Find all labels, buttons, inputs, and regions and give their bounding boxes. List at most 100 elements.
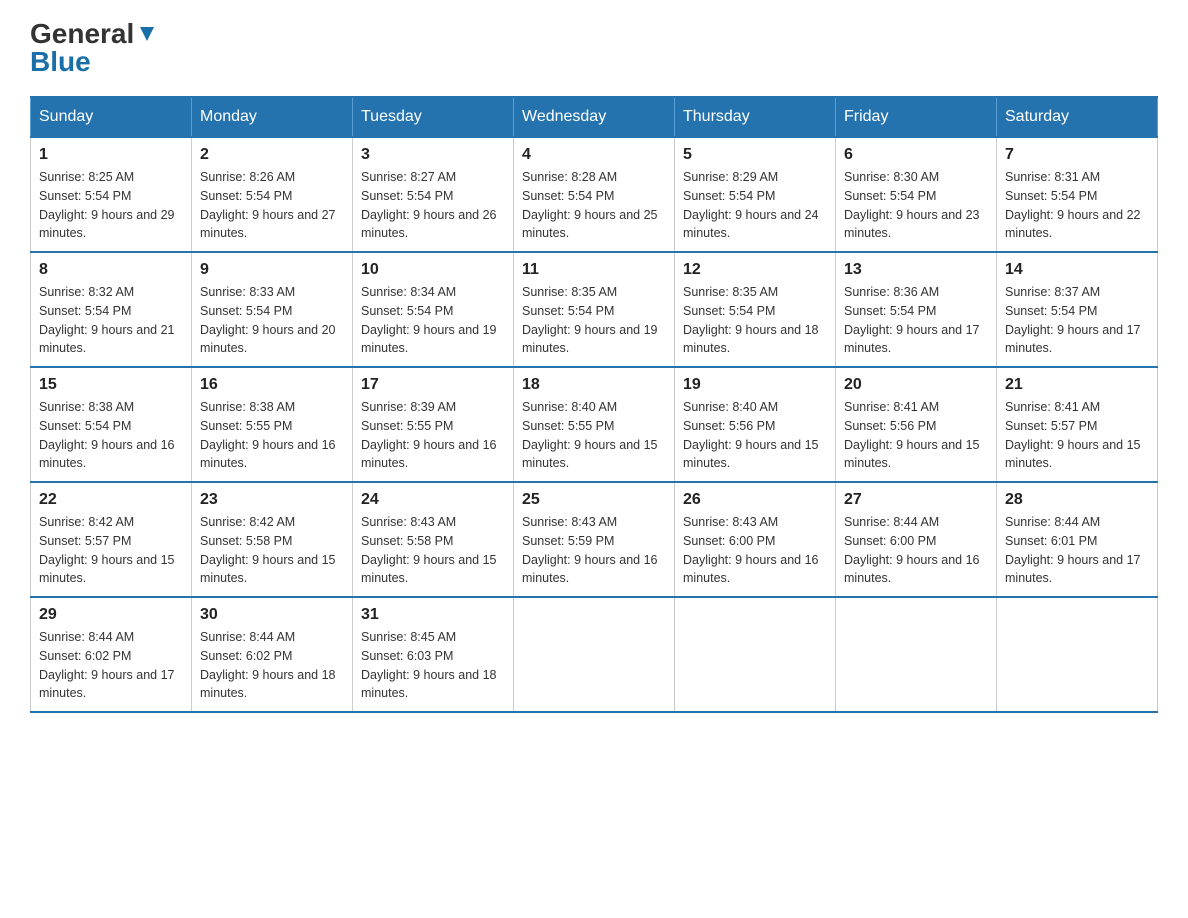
calendar-day-cell: 30 Sunrise: 8:44 AM Sunset: 6:02 PM Dayl…	[192, 597, 353, 712]
day-info: Sunrise: 8:35 AM Sunset: 5:54 PM Dayligh…	[683, 283, 827, 358]
calendar-day-cell: 4 Sunrise: 8:28 AM Sunset: 5:54 PM Dayli…	[514, 137, 675, 252]
weekday-header-tuesday: Tuesday	[353, 97, 514, 137]
day-info: Sunrise: 8:35 AM Sunset: 5:54 PM Dayligh…	[522, 283, 666, 358]
day-info: Sunrise: 8:37 AM Sunset: 5:54 PM Dayligh…	[1005, 283, 1149, 358]
calendar-day-cell: 13 Sunrise: 8:36 AM Sunset: 5:54 PM Dayl…	[836, 252, 997, 367]
day-number: 30	[200, 606, 344, 624]
calendar-day-cell	[836, 597, 997, 712]
calendar-day-cell: 24 Sunrise: 8:43 AM Sunset: 5:58 PM Dayl…	[353, 482, 514, 597]
calendar-day-cell: 18 Sunrise: 8:40 AM Sunset: 5:55 PM Dayl…	[514, 367, 675, 482]
day-number: 2	[200, 146, 344, 164]
day-info: Sunrise: 8:29 AM Sunset: 5:54 PM Dayligh…	[683, 168, 827, 243]
day-number: 20	[844, 376, 988, 394]
weekday-header-monday: Monday	[192, 97, 353, 137]
calendar-day-cell: 9 Sunrise: 8:33 AM Sunset: 5:54 PM Dayli…	[192, 252, 353, 367]
calendar-day-cell: 6 Sunrise: 8:30 AM Sunset: 5:54 PM Dayli…	[836, 137, 997, 252]
day-number: 28	[1005, 491, 1149, 509]
day-number: 13	[844, 261, 988, 279]
calendar-day-cell: 7 Sunrise: 8:31 AM Sunset: 5:54 PM Dayli…	[997, 137, 1158, 252]
calendar-day-cell	[675, 597, 836, 712]
day-number: 3	[361, 146, 505, 164]
calendar-day-cell: 2 Sunrise: 8:26 AM Sunset: 5:54 PM Dayli…	[192, 137, 353, 252]
calendar-day-cell: 11 Sunrise: 8:35 AM Sunset: 5:54 PM Dayl…	[514, 252, 675, 367]
day-info: Sunrise: 8:43 AM Sunset: 5:59 PM Dayligh…	[522, 513, 666, 588]
calendar-day-cell: 16 Sunrise: 8:38 AM Sunset: 5:55 PM Dayl…	[192, 367, 353, 482]
day-info: Sunrise: 8:25 AM Sunset: 5:54 PM Dayligh…	[39, 168, 183, 243]
calendar-day-cell: 10 Sunrise: 8:34 AM Sunset: 5:54 PM Dayl…	[353, 252, 514, 367]
day-number: 27	[844, 491, 988, 509]
day-number: 9	[200, 261, 344, 279]
day-info: Sunrise: 8:43 AM Sunset: 5:58 PM Dayligh…	[361, 513, 505, 588]
day-number: 11	[522, 261, 666, 279]
day-info: Sunrise: 8:33 AM Sunset: 5:54 PM Dayligh…	[200, 283, 344, 358]
calendar-day-cell: 28 Sunrise: 8:44 AM Sunset: 6:01 PM Dayl…	[997, 482, 1158, 597]
day-number: 14	[1005, 261, 1149, 279]
day-info: Sunrise: 8:26 AM Sunset: 5:54 PM Dayligh…	[200, 168, 344, 243]
calendar-day-cell: 17 Sunrise: 8:39 AM Sunset: 5:55 PM Dayl…	[353, 367, 514, 482]
calendar-day-cell: 15 Sunrise: 8:38 AM Sunset: 5:54 PM Dayl…	[31, 367, 192, 482]
calendar-day-cell: 22 Sunrise: 8:42 AM Sunset: 5:57 PM Dayl…	[31, 482, 192, 597]
day-info: Sunrise: 8:31 AM Sunset: 5:54 PM Dayligh…	[1005, 168, 1149, 243]
calendar-day-cell: 3 Sunrise: 8:27 AM Sunset: 5:54 PM Dayli…	[353, 137, 514, 252]
day-number: 16	[200, 376, 344, 394]
day-info: Sunrise: 8:42 AM Sunset: 5:57 PM Dayligh…	[39, 513, 183, 588]
calendar-day-cell: 23 Sunrise: 8:42 AM Sunset: 5:58 PM Dayl…	[192, 482, 353, 597]
day-number: 15	[39, 376, 183, 394]
calendar-day-cell: 14 Sunrise: 8:37 AM Sunset: 5:54 PM Dayl…	[997, 252, 1158, 367]
day-number: 1	[39, 146, 183, 164]
day-number: 25	[522, 491, 666, 509]
calendar-week-row: 15 Sunrise: 8:38 AM Sunset: 5:54 PM Dayl…	[31, 367, 1158, 482]
calendar-day-cell: 26 Sunrise: 8:43 AM Sunset: 6:00 PM Dayl…	[675, 482, 836, 597]
day-info: Sunrise: 8:44 AM Sunset: 6:01 PM Dayligh…	[1005, 513, 1149, 588]
day-info: Sunrise: 8:34 AM Sunset: 5:54 PM Dayligh…	[361, 283, 505, 358]
day-number: 12	[683, 261, 827, 279]
weekday-header-wednesday: Wednesday	[514, 97, 675, 137]
day-info: Sunrise: 8:28 AM Sunset: 5:54 PM Dayligh…	[522, 168, 666, 243]
weekday-header-sunday: Sunday	[31, 97, 192, 137]
day-info: Sunrise: 8:44 AM Sunset: 6:00 PM Dayligh…	[844, 513, 988, 588]
calendar-day-cell: 20 Sunrise: 8:41 AM Sunset: 5:56 PM Dayl…	[836, 367, 997, 482]
logo-general-text: General	[30, 20, 134, 48]
day-number: 31	[361, 606, 505, 624]
logo-arrow-icon	[136, 23, 158, 45]
day-info: Sunrise: 8:27 AM Sunset: 5:54 PM Dayligh…	[361, 168, 505, 243]
day-number: 24	[361, 491, 505, 509]
calendar-week-row: 29 Sunrise: 8:44 AM Sunset: 6:02 PM Dayl…	[31, 597, 1158, 712]
day-info: Sunrise: 8:38 AM Sunset: 5:55 PM Dayligh…	[200, 398, 344, 473]
day-info: Sunrise: 8:30 AM Sunset: 5:54 PM Dayligh…	[844, 168, 988, 243]
day-info: Sunrise: 8:32 AM Sunset: 5:54 PM Dayligh…	[39, 283, 183, 358]
calendar-table: SundayMondayTuesdayWednesdayThursdayFrid…	[30, 96, 1158, 713]
day-number: 10	[361, 261, 505, 279]
day-info: Sunrise: 8:38 AM Sunset: 5:54 PM Dayligh…	[39, 398, 183, 473]
calendar-week-row: 22 Sunrise: 8:42 AM Sunset: 5:57 PM Dayl…	[31, 482, 1158, 597]
day-info: Sunrise: 8:44 AM Sunset: 6:02 PM Dayligh…	[39, 628, 183, 703]
day-info: Sunrise: 8:44 AM Sunset: 6:02 PM Dayligh…	[200, 628, 344, 703]
day-info: Sunrise: 8:42 AM Sunset: 5:58 PM Dayligh…	[200, 513, 344, 588]
day-info: Sunrise: 8:40 AM Sunset: 5:56 PM Dayligh…	[683, 398, 827, 473]
weekday-header-friday: Friday	[836, 97, 997, 137]
calendar-day-cell: 21 Sunrise: 8:41 AM Sunset: 5:57 PM Dayl…	[997, 367, 1158, 482]
weekday-header-thursday: Thursday	[675, 97, 836, 137]
calendar-day-cell: 12 Sunrise: 8:35 AM Sunset: 5:54 PM Dayl…	[675, 252, 836, 367]
day-number: 21	[1005, 376, 1149, 394]
calendar-day-cell: 31 Sunrise: 8:45 AM Sunset: 6:03 PM Dayl…	[353, 597, 514, 712]
day-number: 23	[200, 491, 344, 509]
day-number: 7	[1005, 146, 1149, 164]
day-number: 5	[683, 146, 827, 164]
calendar-day-cell: 1 Sunrise: 8:25 AM Sunset: 5:54 PM Dayli…	[31, 137, 192, 252]
calendar-week-row: 1 Sunrise: 8:25 AM Sunset: 5:54 PM Dayli…	[31, 137, 1158, 252]
day-number: 19	[683, 376, 827, 394]
day-number: 18	[522, 376, 666, 394]
day-info: Sunrise: 8:43 AM Sunset: 6:00 PM Dayligh…	[683, 513, 827, 588]
day-info: Sunrise: 8:41 AM Sunset: 5:57 PM Dayligh…	[1005, 398, 1149, 473]
logo: General Blue	[30, 20, 158, 76]
day-number: 4	[522, 146, 666, 164]
calendar-day-cell: 25 Sunrise: 8:43 AM Sunset: 5:59 PM Dayl…	[514, 482, 675, 597]
logo-blue-text: Blue	[30, 46, 91, 77]
calendar-day-cell: 5 Sunrise: 8:29 AM Sunset: 5:54 PM Dayli…	[675, 137, 836, 252]
weekday-header-row: SundayMondayTuesdayWednesdayThursdayFrid…	[31, 97, 1158, 137]
day-number: 22	[39, 491, 183, 509]
calendar-day-cell: 8 Sunrise: 8:32 AM Sunset: 5:54 PM Dayli…	[31, 252, 192, 367]
day-number: 29	[39, 606, 183, 624]
day-info: Sunrise: 8:39 AM Sunset: 5:55 PM Dayligh…	[361, 398, 505, 473]
